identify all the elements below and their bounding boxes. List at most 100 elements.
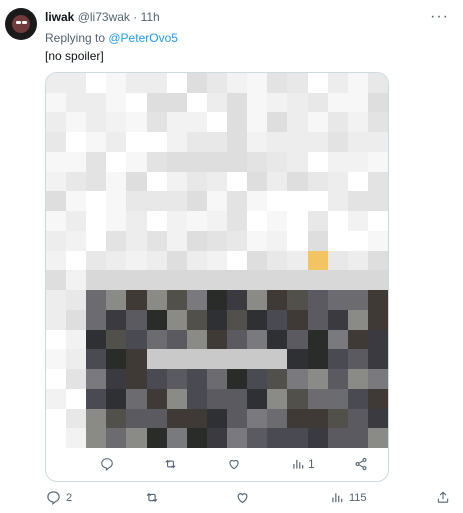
pixel-block [267, 250, 288, 271]
pixel-block [66, 349, 87, 370]
pixel-block [247, 211, 268, 231]
pixel-block [46, 250, 67, 271]
pixel-block [166, 151, 187, 172]
pixel-block [146, 309, 167, 330]
tweet[interactable]: liwak @li73wak · 11h ··· Replying to @Pe… [0, 0, 463, 513]
pixel-block [287, 230, 308, 251]
pixel-block [106, 270, 127, 291]
pixel-block [106, 290, 127, 310]
pixel-block [287, 369, 308, 389]
pixel-block [186, 132, 207, 152]
quote-like-button[interactable] [227, 457, 244, 471]
pixel-block [86, 171, 107, 192]
pixel-block [327, 349, 348, 370]
pixel-block [247, 171, 268, 192]
pixel-block [247, 151, 268, 172]
pixel-block [186, 428, 207, 448]
pixel-block [347, 191, 368, 212]
pixel-block [186, 290, 207, 310]
pixel-block [66, 428, 87, 448]
pixel-block [267, 270, 288, 291]
pixel-block [66, 171, 87, 192]
pixel-block [206, 112, 228, 133]
pixel-block [106, 309, 127, 330]
quote-retweet-button[interactable] [163, 457, 181, 471]
avatar[interactable] [5, 8, 37, 40]
pixel-block [46, 112, 67, 133]
pixel-block [227, 408, 248, 429]
pixel-block [166, 270, 187, 291]
pixel-block [347, 211, 368, 231]
pixel-block [106, 408, 127, 429]
pixel-block [46, 270, 67, 291]
pixel-block [307, 270, 328, 291]
pixel-block [307, 73, 328, 93]
quote-reply-button[interactable] [100, 457, 117, 471]
views-icon [332, 493, 343, 503]
pixel-block [287, 428, 308, 448]
pixel-block [146, 171, 167, 192]
pixel-block [287, 112, 308, 133]
pixel-block [126, 132, 147, 152]
pixel-block [106, 329, 127, 350]
pixel-block [287, 151, 308, 172]
pixel-block [367, 92, 388, 113]
retweet-button[interactable] [144, 490, 165, 505]
pixel-block [186, 171, 207, 192]
pixel-block [227, 132, 248, 152]
pixel-block [227, 270, 248, 291]
views-button[interactable]: 115 [330, 490, 367, 505]
pixel-block [66, 369, 87, 389]
pixel-block [247, 270, 268, 291]
pixel-block [126, 92, 147, 113]
share-upload-icon [437, 491, 449, 503]
pixel-block [126, 151, 147, 172]
pixel-block [146, 250, 167, 271]
share-button[interactable] [436, 490, 450, 505]
pixel-block [46, 290, 67, 310]
pixel-block [106, 388, 127, 409]
pixel-block [86, 132, 107, 152]
reply-mention-link[interactable]: @PeterOvo5 [108, 31, 178, 45]
pixel-block [287, 329, 308, 350]
quote-views-button[interactable]: 1 [291, 457, 315, 471]
pixel-block [327, 151, 348, 172]
author-name[interactable]: liwak [45, 10, 74, 24]
timestamp[interactable]: 11h [141, 10, 160, 24]
author-handle[interactable]: @li73wak [78, 10, 130, 24]
pixel-block [146, 191, 167, 212]
pixel-block [287, 132, 308, 152]
pixel-block [166, 250, 187, 271]
pixel-block [186, 309, 207, 330]
pixel-block [86, 151, 107, 172]
pixel-block [227, 428, 248, 448]
pixel-block [347, 112, 368, 133]
like-button[interactable] [235, 490, 255, 505]
pixel-block [106, 191, 127, 212]
pixel-block [206, 230, 228, 251]
pixel-block [186, 73, 207, 93]
pixel-block [146, 132, 167, 152]
reply-icon [47, 491, 60, 505]
pixel-block [347, 151, 368, 172]
pixel-block [227, 73, 248, 93]
pixel-block [247, 329, 268, 350]
pixel-block [287, 171, 308, 192]
pixel-block [227, 191, 248, 212]
pixel-block [166, 428, 187, 448]
pixel-block [166, 388, 187, 409]
pixelated-media[interactable] [46, 73, 388, 448]
more-horizontal-icon[interactable]: ··· [430, 8, 449, 26]
pixel-block [146, 230, 167, 251]
quote-card[interactable]: 1 [45, 72, 389, 482]
pixel-block [206, 211, 228, 231]
pixel-block [86, 270, 107, 291]
pixel-block [66, 92, 87, 113]
pixel-block [367, 250, 388, 271]
reply-button[interactable]: 2 [46, 490, 72, 505]
pixel-block [126, 270, 147, 291]
pixel-block [66, 132, 87, 152]
quote-share-button[interactable] [354, 457, 368, 471]
pixel-block [287, 250, 308, 271]
pixel-block [126, 211, 147, 231]
